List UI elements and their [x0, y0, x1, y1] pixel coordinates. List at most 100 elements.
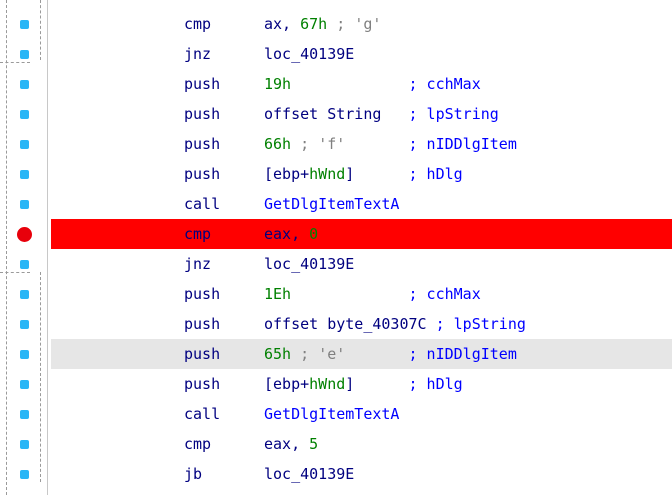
- operand-number: 67h: [300, 15, 328, 33]
- selected-line[interactable]: push 65h ; 'e' ; nIDDlgItem: [51, 339, 672, 369]
- breakpoint-active-icon[interactable]: [17, 226, 32, 242]
- code-line[interactable]: push [ebp+hWnd] ; hDlg: [51, 369, 672, 399]
- breakpoint-slot-icon[interactable]: [20, 109, 29, 119]
- code-line[interactable]: call GetDlgItemTextA: [51, 189, 672, 219]
- code-line[interactable]: push [ebp+hWnd] ; hDlg: [51, 159, 672, 189]
- operand-text: loc_40139E: [264, 465, 355, 483]
- operand-text: offset byte_40307C: [264, 315, 436, 333]
- code-line[interactable]: push offset String ; lpString: [51, 99, 672, 129]
- operand-number: 66h: [264, 135, 292, 153]
- code-line[interactable]: push 1Eh ; cchMax: [51, 279, 672, 309]
- instruction-operands: 65h ; 'e' ; nIDDlgItem: [264, 339, 517, 369]
- breakpoint-slot-icon[interactable]: [20, 469, 29, 479]
- instruction-operands: 66h ; 'f' ; nIDDlgItem: [264, 129, 517, 159]
- instruction-mnemonic: jnz: [184, 45, 212, 63]
- breakpoint-slot-icon[interactable]: [20, 319, 29, 329]
- instruction-mnemonic: push: [184, 375, 221, 393]
- comment-or-symbol[interactable]: ; lpString: [409, 105, 499, 123]
- comment-or-symbol[interactable]: ; hDlg: [409, 375, 463, 393]
- instruction-operands: offset byte_40307C ; lpString: [264, 309, 526, 339]
- instruction-mnemonic: jnz: [184, 255, 212, 273]
- instruction-operands: loc_40139E: [264, 39, 354, 69]
- instruction-operands: [ebp+hWnd] ; hDlg: [264, 369, 463, 399]
- comment-or-symbol[interactable]: ; nIDDlgItem: [345, 345, 516, 363]
- comment-or-symbol[interactable]: ; cchMax: [291, 75, 480, 93]
- flow-arrow-line: [6, 0, 7, 495]
- code-line[interactable]: call GetDlgItemTextA: [51, 399, 672, 429]
- comment-or-symbol[interactable]: GetDlgItemTextA: [264, 405, 399, 423]
- operand-number: 65h: [264, 345, 292, 363]
- operand-text: eax,: [264, 435, 310, 453]
- operand-number: hWnd: [309, 165, 346, 183]
- inline-comment: 'g': [354, 15, 382, 33]
- breakpoint-slot-icon[interactable]: [20, 139, 29, 149]
- instruction-mnemonic: call: [184, 195, 221, 213]
- comment-or-symbol[interactable]: ; hDlg: [409, 165, 463, 183]
- operand-text: [ebp+: [264, 165, 310, 183]
- breakpoint-slot-icon[interactable]: [20, 19, 29, 29]
- breakpoint-slot-icon[interactable]: [20, 49, 29, 59]
- breakpoint-line[interactable]: cmp eax, 0: [51, 219, 672, 249]
- instruction-mnemonic: cmp: [184, 435, 212, 453]
- instruction-operands: GetDlgItemTextA: [264, 399, 399, 429]
- comment-or-symbol[interactable]: ; cchMax: [291, 285, 480, 303]
- breakpoint-slot-icon[interactable]: [20, 259, 29, 269]
- inline-comment: ;: [291, 345, 319, 363]
- inline-comment: 'e': [318, 345, 346, 363]
- code-line[interactable]: cmp ax, 67h ; 'g': [51, 9, 672, 39]
- instruction-mnemonic: push: [184, 105, 221, 123]
- breakpoint-slot-icon[interactable]: [20, 79, 29, 89]
- instruction-mnemonic: push: [184, 75, 221, 93]
- instruction-operands: offset String ; lpString: [264, 99, 499, 129]
- instruction-mnemonic: push: [184, 135, 221, 153]
- flow-arrow-line: [40, 0, 41, 60]
- instruction-operands: GetDlgItemTextA: [264, 189, 399, 219]
- instruction-mnemonic: cmp: [184, 225, 212, 243]
- operand-number: hWnd: [309, 375, 346, 393]
- disassembly-view: cmp ax, 67h ; 'g' jnz loc_40139E push 19h ; c…: [0, 0, 672, 495]
- instruction-operands: 1Eh ; cchMax: [264, 279, 481, 309]
- code-line[interactable]: cmp eax, 5: [51, 429, 672, 459]
- comment-or-symbol[interactable]: ; nIDDlgItem: [345, 135, 516, 153]
- code-line[interactable]: push 66h ; 'f' ; nIDDlgItem: [51, 129, 672, 159]
- code-line[interactable]: push offset byte_40307C ; lpString: [51, 309, 672, 339]
- operand-text: offset String: [264, 105, 409, 123]
- inline-comment: 'f': [318, 135, 346, 153]
- instruction-mnemonic: cmp: [184, 15, 212, 33]
- operand-text: eax,: [264, 225, 310, 243]
- instruction-operands: loc_40139E: [264, 249, 354, 279]
- code-line[interactable]: push 19h ; cchMax: [51, 69, 672, 99]
- operand-number: 0: [309, 225, 319, 243]
- breakpoint-slot-icon[interactable]: [20, 169, 29, 179]
- flow-arrow-line: [0, 272, 30, 273]
- code-line[interactable]: jnz loc_40139E: [51, 39, 672, 69]
- operand-text: ]: [345, 375, 409, 393]
- instruction-mnemonic: push: [184, 315, 221, 333]
- breakpoint-slot-icon[interactable]: [20, 439, 29, 449]
- comment-or-symbol[interactable]: GetDlgItemTextA: [264, 195, 399, 213]
- comment-or-symbol[interactable]: ; lpString: [436, 315, 526, 333]
- instruction-mnemonic: jb: [184, 465, 203, 483]
- breakpoint-gutter[interactable]: [0, 0, 48, 495]
- instruction-operands: eax, 0: [264, 219, 318, 249]
- operand-text: ax,: [264, 15, 301, 33]
- instruction-operands: [ebp+hWnd] ; hDlg: [264, 159, 463, 189]
- operand-number: 1Eh: [264, 285, 292, 303]
- breakpoint-slot-icon[interactable]: [20, 409, 29, 419]
- breakpoint-slot-icon[interactable]: [20, 289, 29, 299]
- instruction-mnemonic: push: [184, 345, 221, 363]
- breakpoint-slot-icon[interactable]: [20, 199, 29, 209]
- instruction-mnemonic: push: [184, 165, 221, 183]
- operand-number: 19h: [264, 75, 292, 93]
- instruction-operands: ax, 67h ; 'g': [264, 9, 381, 39]
- breakpoint-slot-icon[interactable]: [20, 349, 29, 359]
- code-line[interactable]: jb loc_40139E: [51, 459, 672, 489]
- code-line[interactable]: jnz loc_40139E: [51, 249, 672, 279]
- operand-text: [ebp+: [264, 375, 310, 393]
- operand-text: loc_40139E: [264, 255, 355, 273]
- code-listing[interactable]: cmp ax, 67h ; 'g' jnz loc_40139E push 19h ; c…: [51, 0, 672, 495]
- breakpoint-slot-icon[interactable]: [20, 379, 29, 389]
- operand-number: 5: [309, 435, 319, 453]
- instruction-mnemonic: call: [184, 405, 221, 423]
- flow-arrow-line: [0, 62, 30, 63]
